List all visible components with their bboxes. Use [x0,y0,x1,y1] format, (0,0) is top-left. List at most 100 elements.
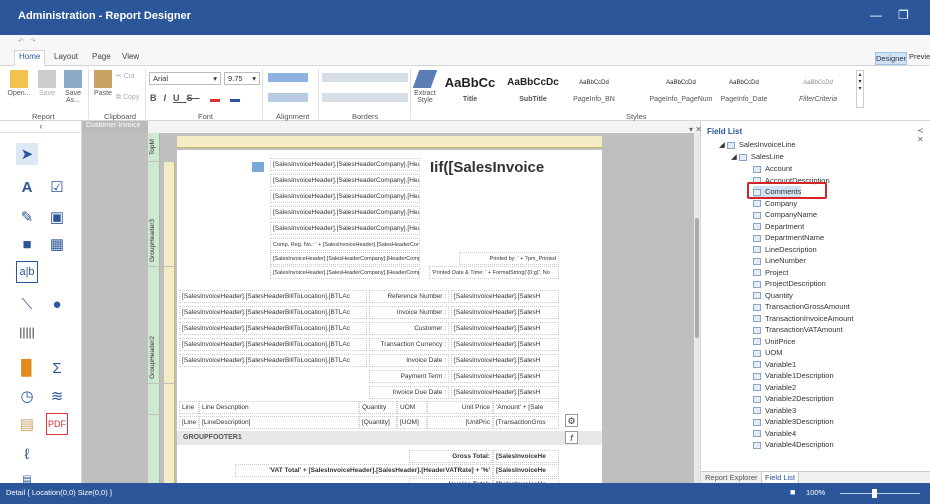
restore-icon[interactable]: ❐ [898,8,909,22]
richtext-tool-icon[interactable]: ✎ [16,206,38,228]
band-topmargin[interactable]: TopM [148,133,160,161]
style-pageinfo-bn[interactable]: AaBbCcDd PageInfo_BN [566,70,622,108]
bill-to-field[interactable]: [SalesInvoiceHeader].[SalesHeaderBillToL… [179,322,367,335]
company-field[interactable]: [SalesInvoiceHeader].[SalesHeaderCompany… [270,266,420,279]
minimize-icon[interactable]: — [870,8,882,22]
field-item[interactable]: Account [753,163,792,174]
report-page[interactable]: [SalesInvoiceHeader].[SalesHeaderCompany… [177,150,602,491]
field-item[interactable]: ProjectDescription [753,278,826,289]
line-header[interactable]: Quantity [359,401,397,414]
line-header[interactable]: Line Description [199,401,359,414]
tab-view[interactable]: View [122,52,139,61]
gross-total-value[interactable]: [SalesInvoiceHe [493,450,559,463]
line-header[interactable]: Line [179,401,199,414]
label-tool-icon[interactable]: A [16,176,38,198]
save-as-button[interactable]: Save As... [60,70,86,104]
font-color-icon[interactable] [210,92,220,102]
subreport-tool-icon[interactable]: ▤ [16,413,38,435]
info-label[interactable]: Customer : [369,322,449,335]
font-name-select[interactable]: Arial ▾ [149,72,221,85]
field-item[interactable]: Project [753,267,788,278]
tab-page[interactable]: Page [92,52,111,61]
bill-to-field[interactable]: [SalesInvoiceHeader].[SalesHeaderBillToL… [179,354,367,367]
styles-gallery-scroll[interactable]: ▴ ▾ ▾ [856,70,864,108]
company-field[interactable]: [SalesInvoiceHeader].[SalesHeaderCompany… [270,222,420,235]
comp-reg-field[interactable]: Comp. Reg. No.: ' + [SalesInvoiceHeader]… [270,238,420,251]
company-field[interactable]: [SalesInvoiceHeader].[SalesHeaderCompany… [270,174,420,187]
info-value[interactable]: [SalesInvoiceHeader].[SalesH [451,354,559,367]
band-groupheader3[interactable]: GroupHeader3 [148,162,160,266]
company-field[interactable]: [SalesInvoiceHeader].[SalesHeaderCompany… [270,190,420,203]
line-header[interactable]: 'Amount' + [Sale [493,401,559,414]
vat-total-value[interactable]: [SalesInvoiceHe [493,464,559,477]
gross-total-label[interactable]: Gross Total: [409,450,493,463]
field-item[interactable]: Variable2Description [753,393,834,404]
printed-date-field[interactable]: 'Printed Date & Time: ' + FormatString('… [429,266,559,279]
info-label[interactable]: Payment Term : [369,370,449,383]
field-item[interactable]: LineNumber [753,255,806,266]
company-field[interactable]: [SalesInvoiceHeader].[SalesHeaderCompany… [270,252,420,265]
field-item[interactable]: Variable3 [753,405,796,416]
bill-to-field[interactable]: [SalesInvoiceHeader].[SalesHeaderBillToL… [179,306,367,319]
info-label[interactable]: Transaction Currency : [369,338,449,351]
tab-report-explorer[interactable]: Report Explorer [705,473,758,482]
logo-picture-icon[interactable] [252,162,264,172]
field-item[interactable]: Quantity [753,290,793,301]
line-tool-icon[interactable]: ⟍ [16,293,38,315]
zoom-slider-thumb[interactable] [872,489,877,498]
line-value[interactable]: [TransactionGros [493,416,559,429]
pdf-tool-icon[interactable]: PDF [46,413,68,435]
company-field[interactable]: [SalesInvoiceHeader].[SalesHeaderCompany… [270,206,420,219]
line-value[interactable]: [UnitPric [427,416,493,429]
style-filtercriteria[interactable]: AaBbCcDd FilterCriteria [786,70,850,108]
band-detail[interactable] [148,384,160,414]
chart-tool-icon[interactable]: ▉ [16,357,38,379]
band-groupheader2[interactable]: GroupHeader2 [148,267,160,383]
field-item[interactable]: Variable4Description [753,439,834,450]
field-item[interactable]: Variable1 [753,359,796,370]
info-label[interactable]: Reference Number : [369,290,449,303]
designer-view-button[interactable]: Designer [875,52,907,65]
field-item[interactable]: Department [753,221,804,232]
barcode-tool-icon[interactable]: ||||| [16,321,38,343]
preview-view-button[interactable]: Previe [909,52,930,61]
scrollbar-thumb[interactable] [695,218,699,338]
font-style-buttons[interactable]: BIUS [150,93,200,103]
line-header[interactable]: Unit Price [427,401,493,414]
font-size-select[interactable]: 9.75 ▾ [224,72,260,85]
report-title-expression[interactable]: Iif([SalesInvoice [430,159,585,176]
sum-tool-icon[interactable]: Σ [46,357,68,379]
info-value[interactable]: [SalesInvoiceHeader].[SalesH [451,290,559,303]
field-item[interactable]: Variable4 [753,428,796,439]
line-value[interactable]: [Line [179,416,199,429]
signature-tool-icon[interactable]: ℓ [16,443,38,465]
line-value[interactable]: [Quantity] [359,416,397,429]
field-item[interactable]: UOM [753,347,783,358]
field-item[interactable]: Company [753,198,797,209]
vat-total-expression[interactable]: 'VAT Total' + [SalesInvoiceHeader].[Sale… [235,464,493,477]
info-label[interactable]: Invoice Due Date : [369,386,449,399]
undo-icon[interactable]: ↶ [18,37,24,45]
style-subtitle[interactable]: AaBbCcDc SubTitle [502,70,564,108]
field-item[interactable]: TransactionVATAmount [753,324,843,335]
back-color-icon[interactable] [230,92,240,102]
document-tab[interactable]: Customer Invoice [82,121,148,133]
underline-button[interactable]: U [173,93,187,103]
field-item[interactable]: LineDescription [753,244,817,255]
gear-icon[interactable]: ⚙ [565,414,578,427]
border-style-buttons[interactable] [322,93,408,102]
bold-button[interactable]: B [150,93,164,103]
sparkline-tool-icon[interactable]: ≋ [46,385,68,407]
save-button[interactable]: Save [36,70,58,97]
zoom-slider[interactable] [840,493,920,494]
printed-by-field[interactable]: Printed by: ' + ?pm_Printed [459,252,559,265]
redo-icon[interactable]: ↷ [30,37,36,45]
strike-button[interactable]: S [187,93,200,103]
report-design-surface[interactable]: TopM GroupHeader3 GroupHeader2 [SalesInv… [82,133,700,491]
info-value[interactable]: [SalesInvoiceHeader].[SalesH [451,370,559,383]
field-tree-root[interactable]: ◢ SalesInvoiceLine [719,139,796,150]
charcomb-tool-icon[interactable]: a|b [16,261,38,283]
open-button[interactable]: Open... [4,70,34,97]
style-pageinfo-pagenum[interactable]: AaBbCcDd PageInfo_PageNum [646,70,716,108]
field-item[interactable]: Variable1Description [753,370,834,381]
